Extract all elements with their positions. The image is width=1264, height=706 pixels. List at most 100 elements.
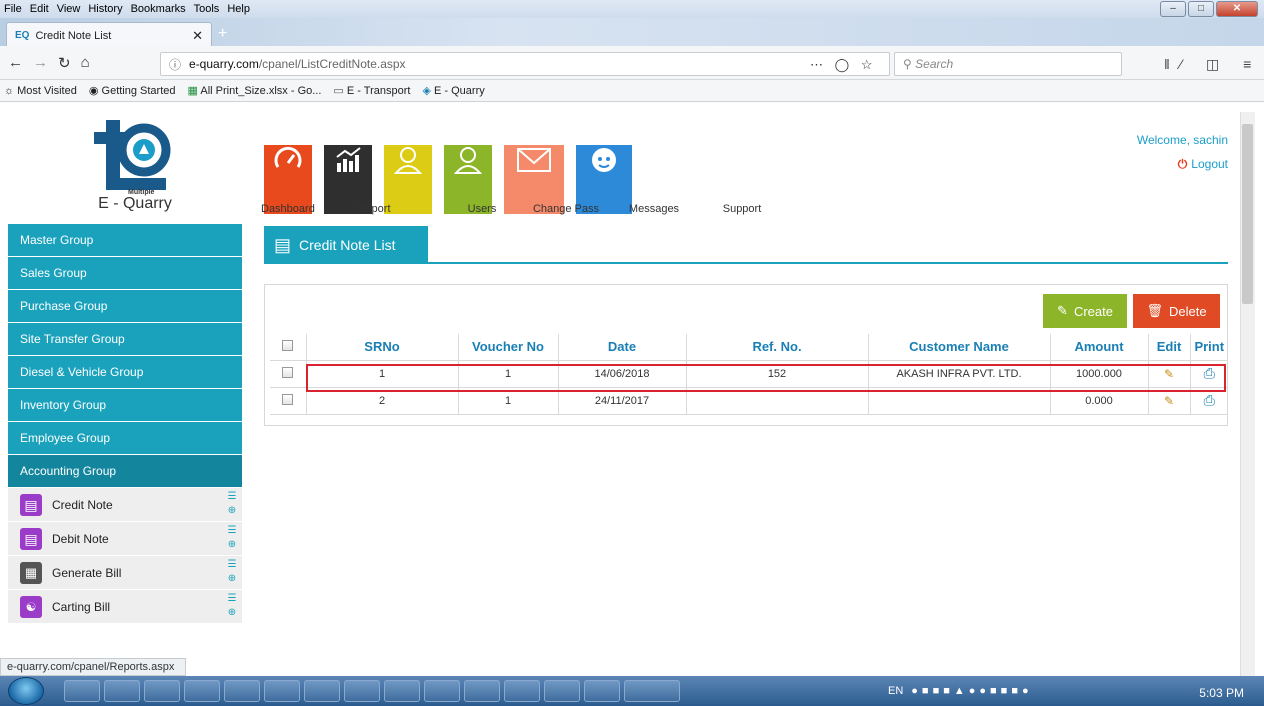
more-icon[interactable]: ⋯ xyxy=(810,57,827,72)
taskbar-app-icon[interactable] xyxy=(624,680,680,702)
taskbar-app-icon[interactable] xyxy=(584,680,620,702)
dashboard-tile[interactable] xyxy=(264,131,312,214)
page-actions: ⋯ ◯ ☆ xyxy=(810,57,876,73)
bookmark-most-visited[interactable]: ☼ Most Visited xyxy=(4,85,77,97)
logout-link[interactable]: ⏻ Logout xyxy=(1178,157,1228,172)
taskbar-app-icon[interactable] xyxy=(184,680,220,702)
taskbar-app-icon[interactable] xyxy=(464,680,500,702)
row-checkbox[interactable] xyxy=(282,366,294,378)
language-indicator[interactable]: EN xyxy=(888,685,903,697)
select-all-checkbox[interactable] xyxy=(282,340,294,352)
print-icon[interactable]: ⎙ xyxy=(1204,392,1215,408)
close-tab-icon[interactable]: ✕ xyxy=(192,28,203,44)
maximize-button[interactable]: □ xyxy=(1188,1,1214,17)
page-title: ▤ Credit Note List xyxy=(264,226,428,264)
url-bar[interactable]: ⓘ e-quarry.com/cpanel/ListCreditNote.asp… xyxy=(160,52,890,76)
tray-icons[interactable]: ●■■■▲●●■■■● xyxy=(911,685,1032,697)
url-host: e-quarry.com xyxy=(189,57,259,71)
bookmark-e-quarry[interactable]: ◈ E - Quarry xyxy=(422,84,484,97)
sidebar-group-purchase[interactable]: Purchase Group xyxy=(8,290,242,323)
notebook-icon: ▤ xyxy=(20,527,42,550)
reload-icon[interactable]: ↻ xyxy=(58,54,71,72)
sidebar-icon[interactable]: ◫ xyxy=(1206,56,1229,72)
start-button[interactable] xyxy=(8,677,44,705)
search-placeholder: Search xyxy=(915,57,954,71)
menu-file[interactable]: File xyxy=(4,3,22,15)
report-tile[interactable] xyxy=(324,131,372,214)
taskbar-app-icon[interactable] xyxy=(504,680,540,702)
sidebar-item-generate-bill[interactable]: ▦ Generate Bill ☰ ⊕ xyxy=(8,556,242,590)
taskbar-firefox-icon[interactable] xyxy=(64,680,100,702)
home-icon[interactable]: ⌂ xyxy=(81,54,90,71)
row-checkbox[interactable] xyxy=(282,393,294,405)
users-tile[interactable] xyxy=(384,131,432,214)
star-icon[interactable]: ☆ xyxy=(861,57,877,72)
list-add-icon[interactable]: ☰ ⊕ xyxy=(226,592,238,620)
messages-tile[interactable] xyxy=(504,131,564,214)
clock[interactable]: 5:03 PM xyxy=(1199,686,1244,700)
sidebar-group-employee[interactable]: Employee Group xyxy=(8,422,242,455)
sidebar: Master Group Sales Group Purchase Group … xyxy=(8,224,242,624)
support-tile[interactable] xyxy=(576,131,632,214)
menu-edit[interactable]: Edit xyxy=(30,3,49,15)
list-add-icon[interactable]: ☰ ⊕ xyxy=(226,558,238,586)
minimize-button[interactable]: – xyxy=(1160,1,1186,17)
menu-bookmarks[interactable]: Bookmarks xyxy=(131,3,186,15)
delete-button[interactable]: 🗑 Delete xyxy=(1133,294,1220,328)
brand-name: E - Quarry xyxy=(98,195,172,212)
tile-label-users: Users xyxy=(467,203,497,215)
column-header-ref-no[interactable]: Ref. No. xyxy=(686,334,869,361)
sidebar-item-carting-bill[interactable]: ☯ Carting Bill ☰ ⊕ xyxy=(8,590,242,624)
change-pass-tile[interactable] xyxy=(444,131,492,214)
edit-icon[interactable]: ✎ xyxy=(1164,394,1174,408)
sidebar-group-site-transfer[interactable]: Site Transfer Group xyxy=(8,323,242,356)
menu-help[interactable]: Help xyxy=(227,3,250,15)
scrollbar-thumb[interactable] xyxy=(1242,124,1253,304)
tab-credit-note-list[interactable]: EQ Credit Note List ✕ xyxy=(6,22,212,48)
sidebar-item-credit-note[interactable]: ▤ Credit Note ☰ ⊕ xyxy=(8,488,242,522)
taskbar-app-icon[interactable] xyxy=(544,680,580,702)
bookmark-print-size[interactable]: ▦ All Print_Size.xlsx - Go... xyxy=(188,84,322,97)
sidebar-group-master[interactable]: Master Group xyxy=(8,224,242,257)
library-icon[interactable]: ‖⁄ xyxy=(1164,56,1192,72)
list-add-icon[interactable]: ☰ ⊕ xyxy=(226,490,238,518)
sidebar-item-label: Generate Bill xyxy=(52,565,122,580)
tile-label-change-pass: Change Pass xyxy=(532,203,600,215)
column-header-srno[interactable]: SRNo xyxy=(306,334,459,361)
sidebar-group-inventory[interactable]: Inventory Group xyxy=(8,389,242,422)
back-icon[interactable]: ← xyxy=(8,54,23,71)
menu-history[interactable]: History xyxy=(88,3,122,15)
sidebar-item-label: Carting Bill xyxy=(52,599,111,614)
info-icon[interactable]: ⓘ xyxy=(169,56,181,73)
taskbar-ie-icon[interactable] xyxy=(384,680,420,702)
pocket-icon[interactable]: ◯ xyxy=(835,57,854,72)
column-header-customer-name[interactable]: Customer Name xyxy=(868,334,1051,361)
taskbar-explorer-icon[interactable] xyxy=(104,680,140,702)
taskbar-app-icon[interactable] xyxy=(224,680,260,702)
taskbar-app-icon[interactable] xyxy=(304,680,340,702)
menu-view[interactable]: View xyxy=(57,3,81,15)
sidebar-group-diesel-vehicle[interactable]: Diesel & Vehicle Group xyxy=(8,356,242,389)
search-icon: ⚲ xyxy=(903,57,912,71)
hamburger-menu-icon[interactable]: ≡ xyxy=(1243,56,1261,72)
taskbar-app-icon[interactable] xyxy=(344,680,380,702)
close-window-button[interactable]: ✕ xyxy=(1216,1,1258,17)
bookmark-getting-started[interactable]: ◉ Getting Started xyxy=(89,84,176,97)
bookmark-e-transport[interactable]: ▭ E - Transport xyxy=(333,84,410,97)
list-add-icon[interactable]: ☰ ⊕ xyxy=(226,524,238,552)
column-header-date[interactable]: Date xyxy=(558,334,687,361)
taskbar-chrome-icon[interactable] xyxy=(144,680,180,702)
column-header-voucher-no[interactable]: Voucher No xyxy=(458,334,559,361)
new-tab-icon[interactable]: + xyxy=(218,25,227,43)
select-all-cell xyxy=(270,334,307,361)
taskbar-app-icon[interactable] xyxy=(264,680,300,702)
sidebar-group-sales[interactable]: Sales Group xyxy=(8,257,242,290)
sidebar-item-debit-note[interactable]: ▤ Debit Note ☰ ⊕ xyxy=(8,522,242,556)
forward-icon[interactable]: → xyxy=(33,54,48,71)
sidebar-group-accounting[interactable]: Accounting Group xyxy=(8,455,242,488)
column-header-amount[interactable]: Amount xyxy=(1050,334,1149,361)
create-button[interactable]: ✎ Create xyxy=(1043,294,1127,328)
taskbar-skype-icon[interactable] xyxy=(424,680,460,702)
menu-tools[interactable]: Tools xyxy=(194,3,220,15)
search-input[interactable]: ⚲ Search xyxy=(894,52,1122,76)
